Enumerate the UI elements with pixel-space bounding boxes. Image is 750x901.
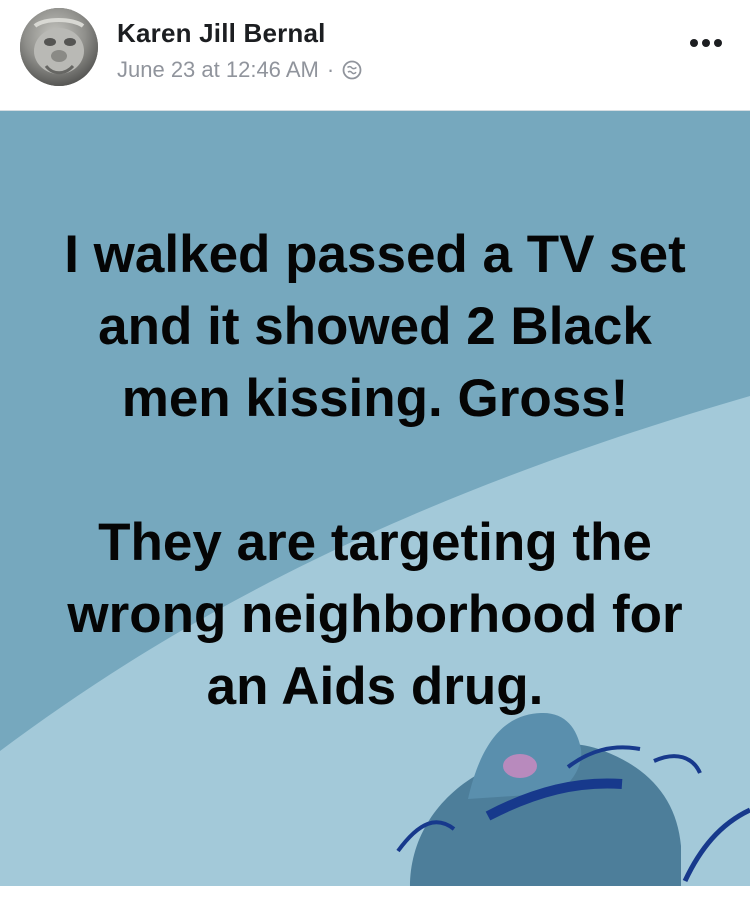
post-footer — [0, 886, 750, 901]
meta-separator: · — [326, 57, 335, 82]
post-meta: June 23 at 12:46 AM · — [117, 56, 362, 84]
post-text-paragraph-1: I walked passed a TV set and it showed 2… — [64, 225, 686, 428]
author-name[interactable]: Karen Jill Bernal — [117, 18, 326, 49]
post-text-paragraph-2: They are targeting the wrong neighborhoo… — [67, 513, 683, 716]
more-options-button[interactable] — [684, 25, 728, 61]
avatar[interactable] — [20, 8, 98, 86]
text-background-card: I walked passed a TV set and it showed 2… — [0, 110, 750, 887]
globe-icon — [342, 60, 362, 80]
facebook-post: Karen Jill Bernal June 23 at 12:46 AM · — [0, 0, 750, 901]
profile-photo-icon — [20, 8, 98, 86]
post-header: Karen Jill Bernal June 23 at 12:46 AM · — [0, 0, 750, 110]
post-text-block: I walked passed a TV set and it showed 2… — [40, 219, 710, 723]
ellipsis-icon — [690, 39, 722, 47]
post-date[interactable]: June 23 at 12:46 AM — [117, 57, 319, 83]
